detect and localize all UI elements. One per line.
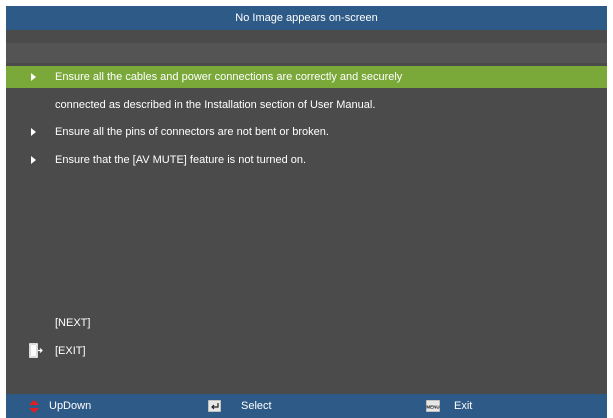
exit-label: [EXIT]	[55, 345, 86, 357]
next-button[interactable]: [NEXT]	[6, 312, 607, 334]
list-item-text: Ensure that the [AV MUTE] feature is not…	[55, 154, 307, 166]
dialog-title: No Image appears on-screen	[6, 6, 607, 30]
footer-select-label: Select	[241, 400, 272, 412]
bullet-arrow-icon	[31, 156, 36, 164]
next-label: [NEXT]	[55, 317, 91, 329]
footer-exit: MENU Exit	[426, 394, 516, 418]
list-item-pins[interactable]: Ensure all the pins of connectors are no…	[6, 121, 607, 143]
updown-arrow-icon	[29, 400, 39, 413]
list-item-cables-continued: connected as described in the Installati…	[6, 94, 607, 116]
menu-key-icon: MENU	[426, 400, 440, 412]
footer-exit-label: Exit	[454, 400, 473, 412]
enter-key-icon	[208, 400, 221, 412]
footer-updown-label: UpDown	[49, 400, 92, 412]
list-item-av-mute[interactable]: Ensure that the [AV MUTE] feature is not…	[6, 149, 607, 171]
list-item-text: Ensure all the cables and power connecti…	[55, 71, 403, 83]
header-spacer	[6, 43, 607, 63]
bullet-arrow-icon	[31, 73, 36, 81]
list-item-text: Ensure all the pins of connectors are no…	[55, 126, 329, 138]
footer-bar: UpDown Select MENU Exit	[6, 394, 607, 418]
footer-select: Select	[208, 394, 298, 418]
exit-button[interactable]: [EXIT]	[6, 340, 607, 362]
list-item-text: connected as described in the Installati…	[55, 99, 376, 111]
exit-door-icon	[29, 343, 43, 358]
bullet-arrow-icon	[31, 128, 36, 136]
footer-updown: UpDown	[28, 394, 118, 418]
svg-text:MENU: MENU	[426, 404, 439, 409]
list-item-cables[interactable]: Ensure all the cables and power connecti…	[6, 66, 607, 88]
help-dialog: No Image appears on-screen Ensure all th…	[6, 6, 607, 418]
